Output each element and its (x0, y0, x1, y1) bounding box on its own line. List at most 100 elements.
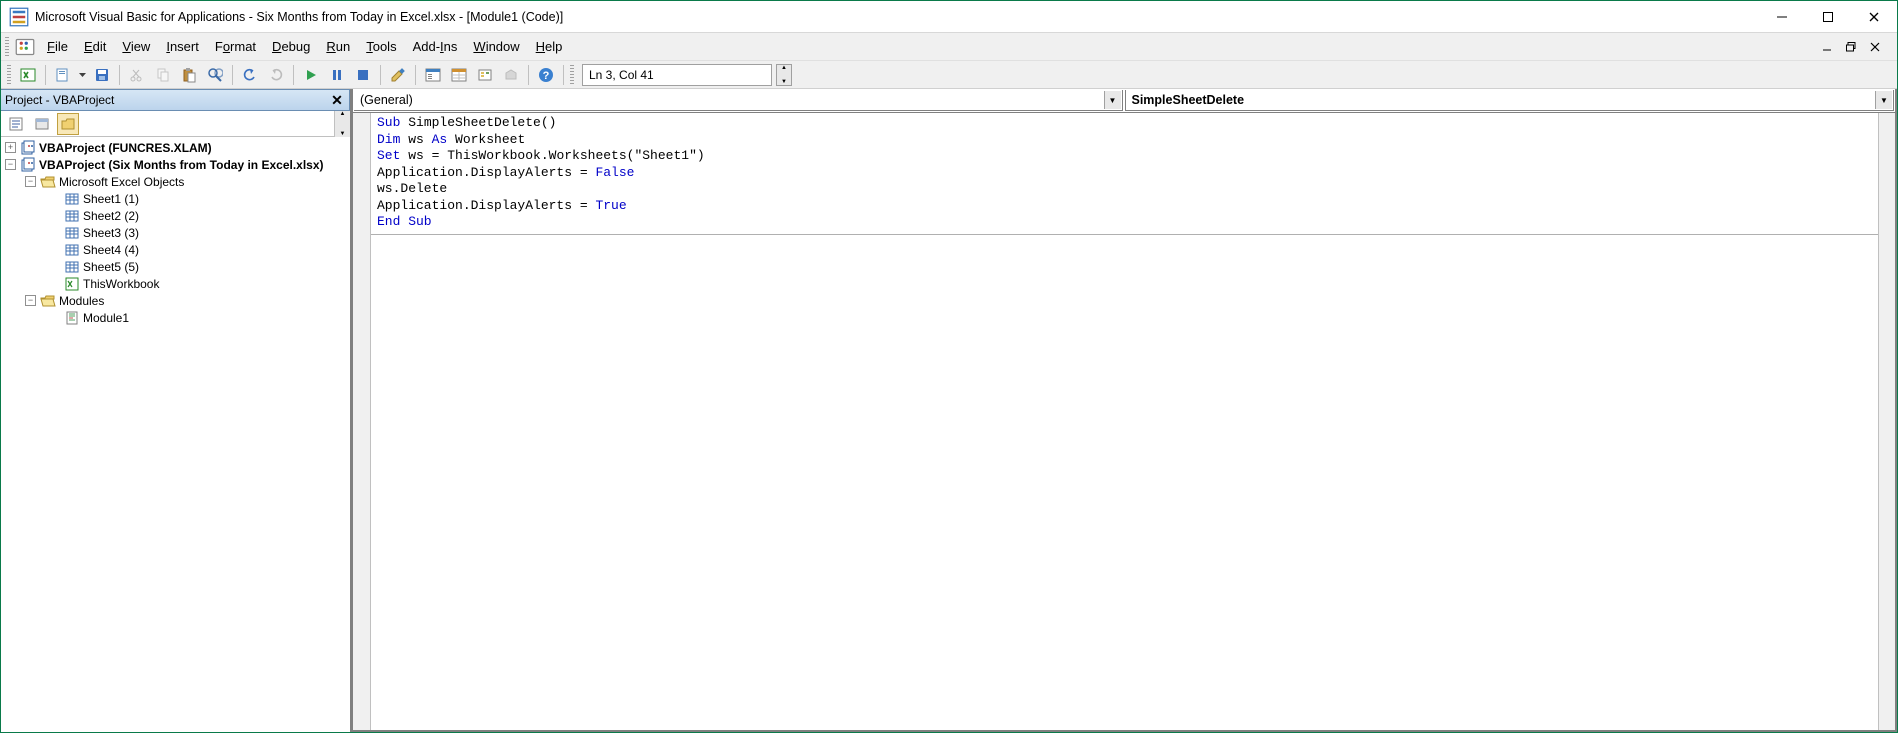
code-gutter[interactable] (353, 113, 371, 730)
menu-format[interactable]: Format (207, 36, 264, 57)
modules-folder[interactable]: − Modules (1, 292, 350, 309)
menu-debug[interactable]: Debug (264, 36, 318, 57)
collapse-icon[interactable]: − (25, 295, 36, 306)
run-button[interactable] (300, 64, 322, 86)
properties-window-button[interactable] (448, 64, 470, 86)
sheet-node[interactable]: Sheet2 (2) (1, 207, 350, 224)
mdi-minimize-button[interactable] (1817, 39, 1837, 55)
menu-insert[interactable]: Insert (158, 36, 207, 57)
panel-toolbar-scroll[interactable]: ▲▼ (334, 111, 350, 137)
sheet-node[interactable]: Sheet3 (3) (1, 224, 350, 241)
mdi-restore-button[interactable] (1841, 39, 1861, 55)
vertical-scrollbar[interactable] (1878, 113, 1895, 730)
worksheet-icon (64, 225, 80, 241)
folder-open-icon (40, 293, 56, 309)
sheet-node[interactable]: Sheet1 (1) (1, 190, 350, 207)
collapse-icon[interactable]: − (5, 159, 16, 170)
tree-label: Sheet2 (2) (83, 209, 139, 223)
paste-button[interactable] (178, 64, 200, 86)
vba-window: Microsoft Visual Basic for Applications … (0, 0, 1898, 733)
worksheet-icon (64, 191, 80, 207)
menubar: FileEditViewInsertFormatDebugRunToolsAdd… (1, 33, 1897, 61)
worksheet-icon (64, 242, 80, 258)
window-title: Microsoft Visual Basic for Applications … (35, 10, 1759, 24)
worksheet-icon (64, 208, 80, 224)
project-panel-close-button[interactable]: ✕ (329, 92, 345, 108)
cursor-position-text: Ln 3, Col 41 (589, 68, 654, 82)
menu-edit[interactable]: Edit (76, 36, 114, 57)
vba-icon (15, 37, 35, 57)
window-buttons (1759, 1, 1897, 33)
find-button[interactable] (204, 64, 226, 86)
copy-button[interactable] (152, 64, 174, 86)
close-button[interactable] (1851, 1, 1897, 33)
project-node-workbook[interactable]: − VBAProject (Six Months from Today in E… (1, 156, 350, 173)
undo-button[interactable] (239, 64, 261, 86)
worksheet-icon (64, 259, 80, 275)
view-code-button[interactable] (5, 113, 27, 135)
view-object-button[interactable] (31, 113, 53, 135)
menu-run[interactable]: Run (318, 36, 358, 57)
toolbar-grip[interactable] (7, 65, 11, 85)
insert-module-button[interactable] (52, 64, 74, 86)
menu-window[interactable]: Window (465, 36, 527, 57)
help-button[interactable]: ? (535, 64, 557, 86)
toolbar-grip-2[interactable] (570, 65, 574, 85)
toggle-folders-button[interactable] (57, 113, 79, 135)
project-panel-title-text: Project - VBAProject (5, 93, 329, 107)
excel-objects-folder[interactable]: − Microsoft Excel Objects (1, 173, 350, 190)
minimize-button[interactable] (1759, 1, 1805, 33)
object-browser-button[interactable] (474, 64, 496, 86)
toolbox-button[interactable] (500, 64, 522, 86)
tree-label: Sheet5 (5) (83, 260, 139, 274)
dropdown-arrow-icon[interactable]: ▼ (1875, 91, 1892, 109)
tree-label: VBAProject (FUNCRES.XLAM) (39, 141, 212, 155)
project-icon (20, 157, 36, 173)
sheet-node[interactable]: Sheet5 (5) (1, 258, 350, 275)
project-tree[interactable]: + VBAProject (FUNCRES.XLAM) − VBAProject… (1, 137, 350, 732)
module-icon (64, 310, 80, 326)
menu-add-ins[interactable]: Add-Ins (405, 36, 466, 57)
code-body: Sub SimpleSheetDelete() Dim ws As Worksh… (353, 113, 1895, 730)
menu-view[interactable]: View (114, 36, 158, 57)
cut-button[interactable] (126, 64, 148, 86)
code-editor[interactable]: Sub SimpleSheetDelete() Dim ws As Worksh… (371, 113, 1878, 730)
save-button[interactable] (91, 64, 113, 86)
module1-node[interactable]: Module1 (1, 309, 350, 326)
project-panel-toolbar: ▲▼ (1, 111, 350, 137)
maximize-button[interactable] (1805, 1, 1851, 33)
project-explorer-button[interactable] (422, 64, 444, 86)
object-combo-text: (General) (360, 93, 413, 107)
mdi-close-button[interactable] (1865, 39, 1885, 55)
project-node-funcres[interactable]: + VBAProject (FUNCRES.XLAM) (1, 139, 350, 156)
redo-button[interactable] (265, 64, 287, 86)
expand-icon[interactable]: + (5, 142, 16, 153)
break-button[interactable] (326, 64, 348, 86)
toolbar: ? Ln 3, Col 41 ▲▼ (1, 61, 1897, 89)
tree-label: Sheet4 (4) (83, 243, 139, 257)
menu-help[interactable]: Help (528, 36, 571, 57)
menu-grip[interactable] (5, 37, 9, 57)
project-icon (20, 140, 36, 156)
collapse-icon[interactable]: − (25, 176, 36, 187)
menu-file[interactable]: File (39, 36, 76, 57)
project-panel-title[interactable]: Project - VBAProject ✕ (1, 89, 350, 111)
main-area: Project - VBAProject ✕ ▲▼ + VBAProject (… (1, 89, 1897, 732)
dropdown-arrow-icon[interactable]: ▼ (1104, 91, 1121, 109)
sheet-node[interactable]: Sheet4 (4) (1, 241, 350, 258)
tree-label: Modules (59, 294, 104, 308)
object-combo[interactable]: (General) ▼ (354, 90, 1123, 111)
reset-button[interactable] (352, 64, 374, 86)
design-mode-button[interactable] (387, 64, 409, 86)
procedure-combo[interactable]: SimpleSheetDelete ▼ (1125, 90, 1895, 111)
menu-tools[interactable]: Tools (358, 36, 404, 57)
tree-label: VBAProject (Six Months from Today in Exc… (39, 158, 324, 172)
titlebar: Microsoft Visual Basic for Applications … (1, 1, 1897, 33)
insert-dropdown-button[interactable] (78, 73, 87, 77)
procedure-combo-text: SimpleSheetDelete (1132, 93, 1245, 107)
tree-label: Sheet1 (1) (83, 192, 139, 206)
view-excel-button[interactable] (17, 64, 39, 86)
app-icon (9, 7, 29, 27)
position-scroll[interactable]: ▲▼ (776, 64, 792, 86)
thisworkbook-node[interactable]: ThisWorkbook (1, 275, 350, 292)
